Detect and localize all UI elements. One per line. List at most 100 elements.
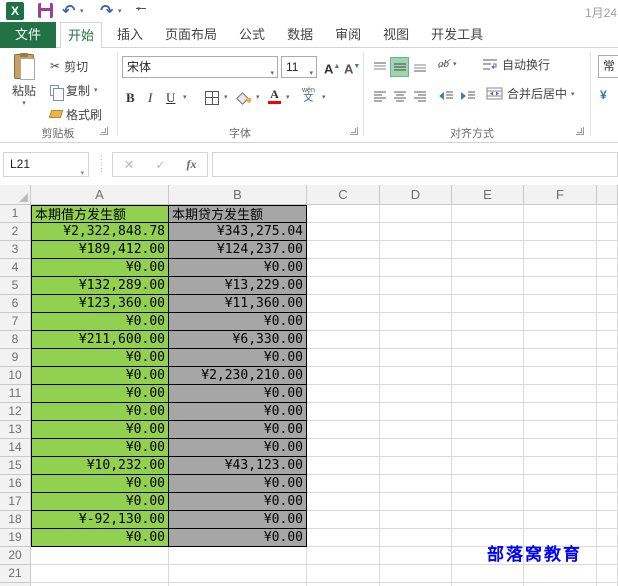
wrap-text-button[interactable]: 自动换行 — [482, 56, 550, 73]
row-header-15[interactable]: 15 — [0, 457, 31, 475]
cell-A13[interactable]: ¥0.00 — [31, 421, 169, 439]
cell-C20[interactable] — [307, 547, 380, 565]
cell-D16[interactable] — [380, 475, 452, 493]
row-header-1[interactable]: 1 — [0, 205, 31, 223]
cell-E7[interactable] — [452, 313, 524, 331]
tab-insert[interactable]: 插入 — [117, 22, 143, 48]
tab-view[interactable]: 视图 — [383, 22, 409, 48]
cell-E13[interactable] — [452, 421, 524, 439]
cell-F13[interactable] — [524, 421, 597, 439]
cell-F4[interactable] — [524, 259, 597, 277]
cell-A1[interactable]: 本期借方发生额 — [31, 205, 169, 223]
cell-F3[interactable] — [524, 241, 597, 259]
cell-D4[interactable] — [380, 259, 452, 277]
cell-D15[interactable] — [380, 457, 452, 475]
row-header-12[interactable]: 12 — [0, 403, 31, 421]
cell-E10[interactable] — [452, 367, 524, 385]
name-box[interactable]: L21 ▾ — [3, 152, 89, 177]
row-header-3[interactable]: 3 — [0, 241, 31, 259]
orientation-dropdown-icon[interactable]: ▾ — [453, 60, 457, 68]
select-all-corner[interactable] — [0, 185, 31, 205]
cell-F1[interactable] — [524, 205, 597, 223]
customize-toolbar-icon[interactable] — [136, 5, 146, 13]
cell-F6[interactable] — [524, 295, 597, 313]
cell-D5[interactable] — [380, 277, 452, 295]
accounting-format-icon-partial[interactable]: ¥ — [600, 88, 607, 102]
underline-button[interactable]: U — [166, 86, 175, 109]
cell-A6[interactable]: ¥123,360.00 — [31, 295, 169, 313]
cell-F21[interactable] — [524, 565, 597, 583]
align-right-button[interactable] — [410, 86, 429, 106]
copy-dropdown-icon[interactable]: ▾ — [94, 86, 98, 94]
row-header-13[interactable]: 13 — [0, 421, 31, 439]
cell-D3[interactable] — [380, 241, 452, 259]
cell-B9[interactable]: ¥0.00 — [169, 349, 307, 367]
formula-input[interactable] — [212, 152, 618, 177]
cell-A19[interactable]: ¥0.00 — [31, 529, 169, 547]
col-header-F[interactable]: F — [524, 185, 597, 205]
cell-B7[interactable]: ¥0.00 — [169, 313, 307, 331]
cell-E15[interactable] — [452, 457, 524, 475]
row-header-11[interactable]: 11 — [0, 385, 31, 403]
cell-D17[interactable] — [380, 493, 452, 511]
redo-dropdown-icon[interactable]: ▾ — [118, 7, 122, 15]
cell-D7[interactable] — [380, 313, 452, 331]
grow-font-button[interactable]: A▲ — [324, 57, 340, 79]
row-header-17[interactable]: 17 — [0, 493, 31, 511]
cell-B1[interactable]: 本期贷方发生额 — [169, 205, 307, 223]
cell-E9[interactable] — [452, 349, 524, 367]
cell-F11[interactable] — [524, 385, 597, 403]
tab-formulas[interactable]: 公式 — [239, 22, 265, 48]
cell-F7[interactable] — [524, 313, 597, 331]
font-name-combo[interactable]: 宋体 ▾ — [122, 56, 278, 78]
undo-icon[interactable]: ↶ — [62, 0, 75, 22]
underline-dropdown-icon[interactable]: ▾ — [183, 93, 187, 101]
copy-button[interactable]: 复制 ▾ — [50, 78, 102, 102]
cell-B10[interactable]: ¥2,230,210.00 — [169, 367, 307, 385]
insert-function-icon[interactable]: fx — [186, 157, 196, 172]
font-dialog-launcher-icon[interactable] — [350, 127, 358, 135]
col-header-B[interactable]: B — [169, 185, 307, 205]
cell-B21[interactable] — [169, 565, 307, 583]
font-color-dropdown-icon[interactable]: ▾ — [286, 93, 290, 101]
row-header-6[interactable]: 6 — [0, 295, 31, 313]
cell-D12[interactable] — [380, 403, 452, 421]
cell-E4[interactable] — [452, 259, 524, 277]
cell-C12[interactable] — [307, 403, 380, 421]
save-icon[interactable] — [38, 3, 53, 18]
cell-A8[interactable]: ¥211,600.00 — [31, 331, 169, 349]
cell-E17[interactable] — [452, 493, 524, 511]
row-header-16[interactable]: 16 — [0, 475, 31, 493]
cell-B3[interactable]: ¥124,237.00 — [169, 241, 307, 259]
cell-A7[interactable]: ¥0.00 — [31, 313, 169, 331]
cell-B17[interactable]: ¥0.00 — [169, 493, 307, 511]
cell-B4[interactable]: ¥0.00 — [169, 259, 307, 277]
cell-D10[interactable] — [380, 367, 452, 385]
cell-A17[interactable]: ¥0.00 — [31, 493, 169, 511]
font-size-combo[interactable]: 11 ▾ — [281, 56, 317, 78]
cell-C2[interactable] — [307, 223, 380, 241]
align-middle-button[interactable] — [390, 57, 409, 77]
cell-E8[interactable] — [452, 331, 524, 349]
cell-D18[interactable] — [380, 511, 452, 529]
cell-E21[interactable] — [452, 565, 524, 583]
row-header-19[interactable]: 19 — [0, 529, 31, 547]
cell-C4[interactable] — [307, 259, 380, 277]
align-bottom-button[interactable] — [410, 57, 429, 77]
tab-developer[interactable]: 开发工具 — [431, 22, 483, 48]
cell-C9[interactable] — [307, 349, 380, 367]
font-size-dropdown-icon[interactable]: ▾ — [309, 64, 313, 84]
align-top-button[interactable] — [370, 57, 389, 77]
decrease-indent-button[interactable] — [436, 86, 455, 106]
cell-E3[interactable] — [452, 241, 524, 259]
cell-C13[interactable] — [307, 421, 380, 439]
cell-A14[interactable]: ¥0.00 — [31, 439, 169, 457]
tab-home[interactable]: 开始 — [60, 22, 103, 49]
cell-D21[interactable] — [380, 565, 452, 583]
cell-A12[interactable]: ¥0.00 — [31, 403, 169, 421]
cell-C14[interactable] — [307, 439, 380, 457]
cell-D20[interactable] — [380, 547, 452, 565]
cell-A20[interactable] — [31, 547, 169, 565]
cell-E12[interactable] — [452, 403, 524, 421]
row-header-8[interactable]: 8 — [0, 331, 31, 349]
